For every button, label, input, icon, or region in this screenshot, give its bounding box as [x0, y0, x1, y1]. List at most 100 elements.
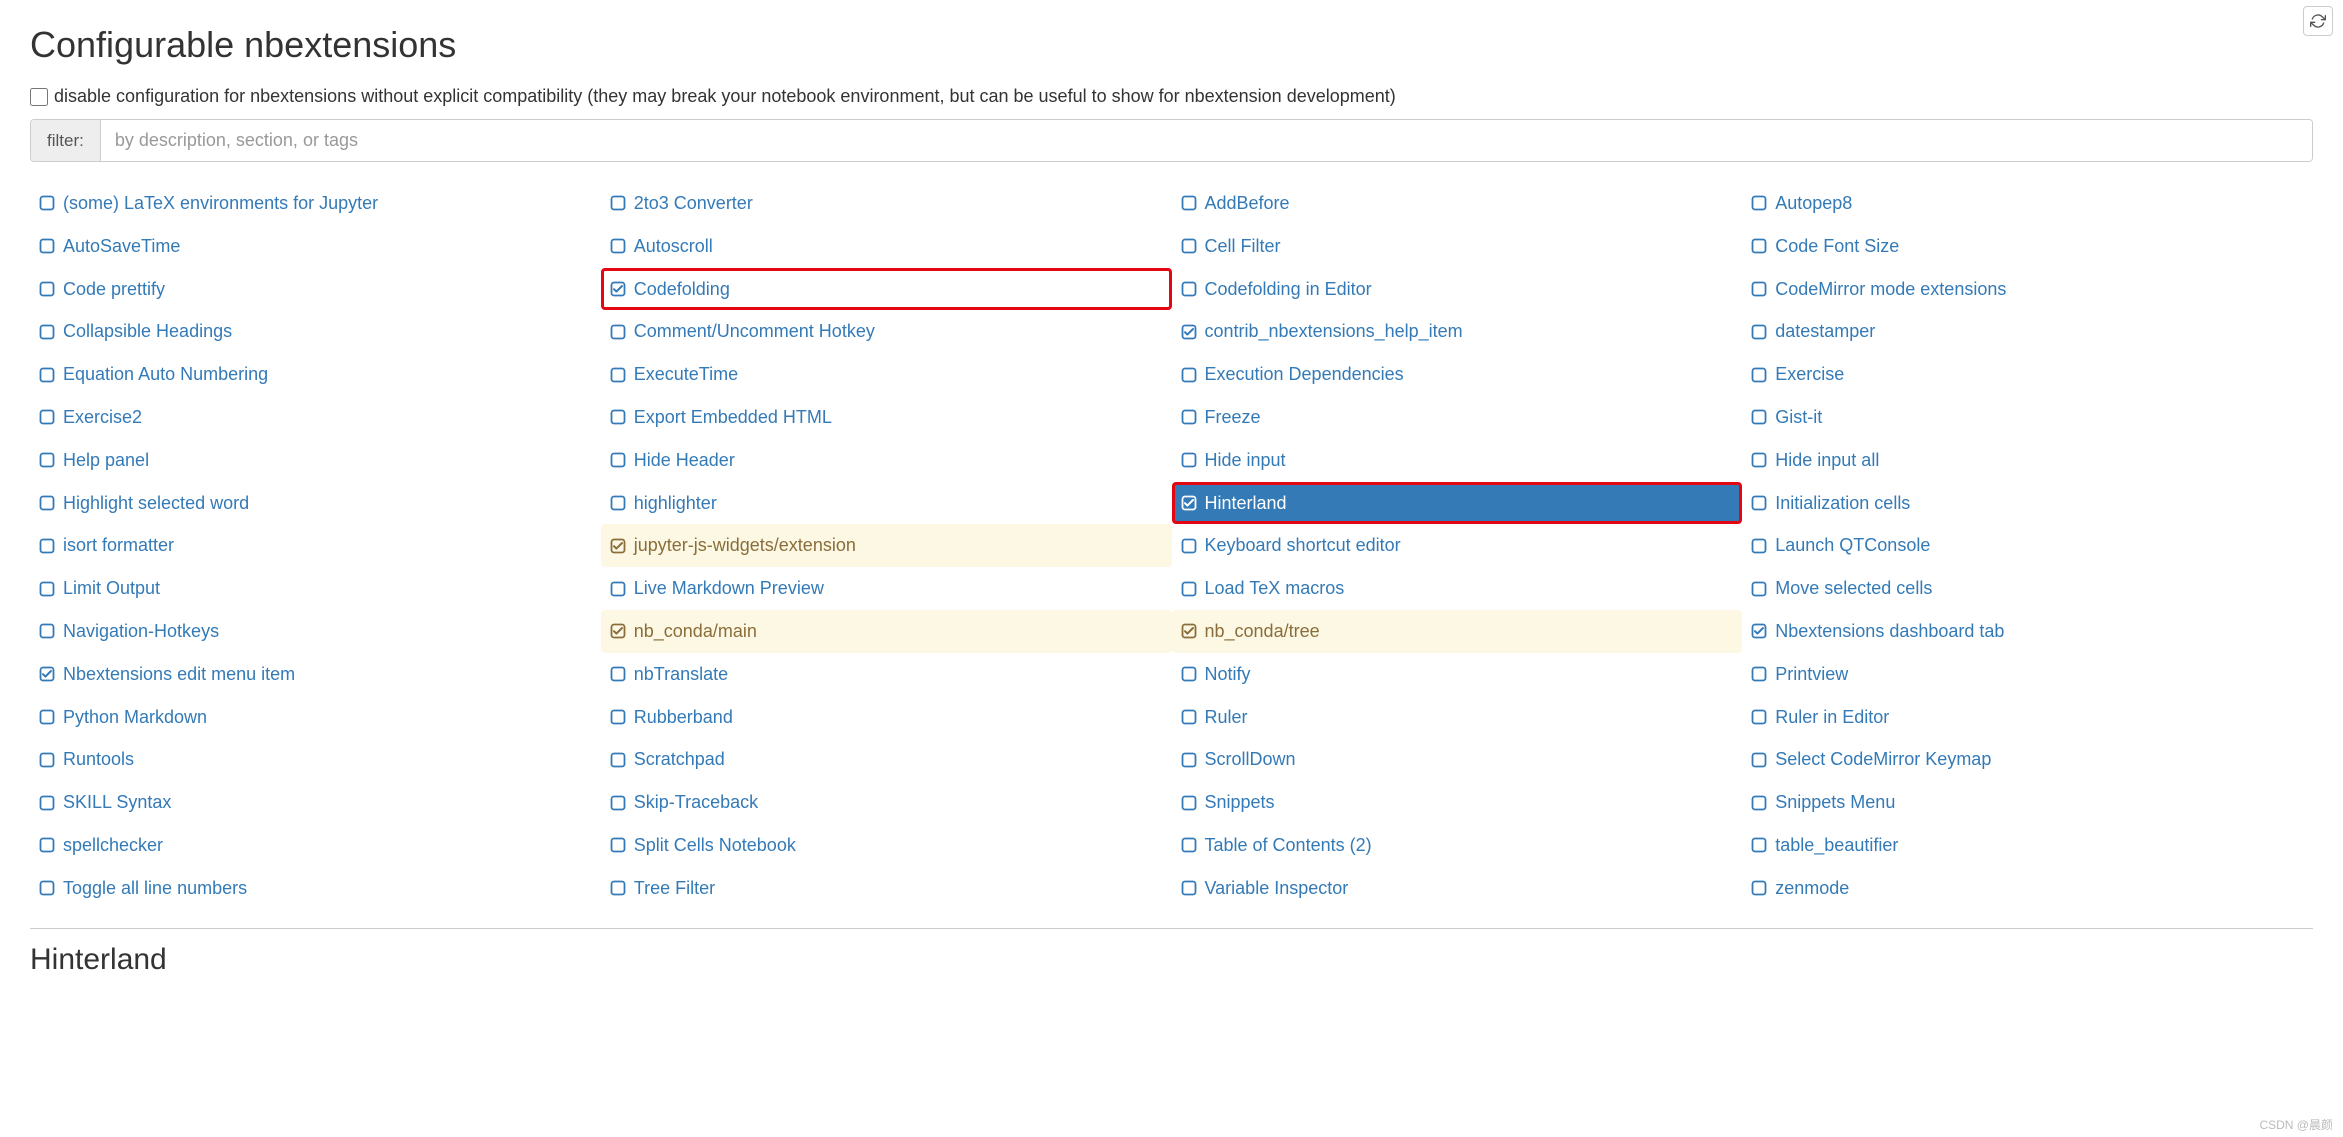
extension-item[interactable]: Tree Filter: [601, 867, 1172, 910]
checkbox-unchecked-icon[interactable]: [39, 581, 55, 597]
extension-item[interactable]: zenmode: [1742, 867, 2313, 910]
checkbox-unchecked-icon[interactable]: [1751, 281, 1767, 297]
extension-item[interactable]: Codefolding in Editor: [1172, 268, 1743, 311]
extension-item[interactable]: Hide input all: [1742, 439, 2313, 482]
extension-item[interactable]: Split Cells Notebook: [601, 824, 1172, 867]
checkbox-unchecked-icon[interactable]: [1751, 324, 1767, 340]
checkbox-unchecked-icon[interactable]: [1751, 495, 1767, 511]
checkbox-unchecked-icon[interactable]: [39, 324, 55, 340]
checkbox-unchecked-icon[interactable]: [1181, 795, 1197, 811]
checkbox-unchecked-icon[interactable]: [1751, 538, 1767, 554]
checkbox-unchecked-icon[interactable]: [1751, 581, 1767, 597]
checkbox-unchecked-icon[interactable]: [39, 367, 55, 383]
checkbox-unchecked-icon[interactable]: [1751, 752, 1767, 768]
extension-item[interactable]: Execution Dependencies: [1172, 353, 1743, 396]
extension-item[interactable]: Toggle all line numbers: [30, 867, 601, 910]
extension-item[interactable]: Rubberband: [601, 696, 1172, 739]
checkbox-unchecked-icon[interactable]: [1751, 367, 1767, 383]
extension-item[interactable]: Snippets: [1172, 781, 1743, 824]
extension-item[interactable]: Ruler: [1172, 696, 1743, 739]
checkbox-unchecked-icon[interactable]: [1181, 238, 1197, 254]
extension-item[interactable]: Keyboard shortcut editor: [1172, 524, 1743, 567]
checkbox-unchecked-icon[interactable]: [610, 324, 626, 340]
checkbox-unchecked-icon[interactable]: [1751, 409, 1767, 425]
extension-item[interactable]: Collapsible Headings: [30, 310, 601, 353]
extension-item[interactable]: AutoSaveTime: [30, 225, 601, 268]
checkbox-unchecked-icon[interactable]: [1181, 409, 1197, 425]
extension-item[interactable]: Snippets Menu: [1742, 781, 2313, 824]
extension-item[interactable]: Ruler in Editor: [1742, 696, 2313, 739]
checkbox-checked-icon[interactable]: [610, 623, 626, 639]
checkbox-unchecked-icon[interactable]: [39, 795, 55, 811]
checkbox-unchecked-icon[interactable]: [1181, 452, 1197, 468]
checkbox-unchecked-icon[interactable]: [1181, 709, 1197, 725]
extension-item[interactable]: (some) LaTeX environments for Jupyter: [30, 182, 601, 225]
extension-item[interactable]: spellchecker: [30, 824, 601, 867]
checkbox-unchecked-icon[interactable]: [39, 623, 55, 639]
extension-item[interactable]: Code Font Size: [1742, 225, 2313, 268]
extension-item[interactable]: nb_conda/main: [601, 610, 1172, 653]
extension-item[interactable]: Python Markdown: [30, 696, 601, 739]
extension-item[interactable]: Launch QTConsole: [1742, 524, 2313, 567]
checkbox-unchecked-icon[interactable]: [1751, 795, 1767, 811]
checkbox-unchecked-icon[interactable]: [39, 409, 55, 425]
checkbox-unchecked-icon[interactable]: [610, 880, 626, 896]
refresh-button[interactable]: [2303, 6, 2333, 36]
extension-item[interactable]: Scratchpad: [601, 738, 1172, 781]
extension-item[interactable]: datestamper: [1742, 310, 2313, 353]
checkbox-unchecked-icon[interactable]: [1181, 666, 1197, 682]
extension-item[interactable]: Autopep8: [1742, 182, 2313, 225]
checkbox-checked-icon[interactable]: [39, 666, 55, 682]
checkbox-unchecked-icon[interactable]: [610, 238, 626, 254]
extension-item[interactable]: Export Embedded HTML: [601, 396, 1172, 439]
checkbox-unchecked-icon[interactable]: [1751, 709, 1767, 725]
checkbox-unchecked-icon[interactable]: [610, 367, 626, 383]
extension-item[interactable]: Gist-it: [1742, 396, 2313, 439]
checkbox-checked-icon[interactable]: [610, 538, 626, 554]
extension-item[interactable]: Notify: [1172, 653, 1743, 696]
checkbox-unchecked-icon[interactable]: [39, 538, 55, 554]
checkbox-unchecked-icon[interactable]: [610, 795, 626, 811]
extension-item[interactable]: isort formatter: [30, 524, 601, 567]
checkbox-checked-icon[interactable]: [1181, 623, 1197, 639]
extension-item[interactable]: Exercise2: [30, 396, 601, 439]
checkbox-unchecked-icon[interactable]: [1751, 452, 1767, 468]
extension-item[interactable]: Comment/Uncomment Hotkey: [601, 310, 1172, 353]
checkbox-unchecked-icon[interactable]: [1181, 837, 1197, 853]
extension-item[interactable]: AddBefore: [1172, 182, 1743, 225]
extension-item[interactable]: nbTranslate: [601, 653, 1172, 696]
extension-item[interactable]: Nbextensions dashboard tab: [1742, 610, 2313, 653]
extension-item[interactable]: Hide Header: [601, 439, 1172, 482]
checkbox-unchecked-icon[interactable]: [39, 752, 55, 768]
checkbox-unchecked-icon[interactable]: [610, 752, 626, 768]
disable-compat-row[interactable]: disable configuration for nbextensions w…: [30, 86, 2313, 107]
checkbox-unchecked-icon[interactable]: [1181, 880, 1197, 896]
checkbox-unchecked-icon[interactable]: [39, 195, 55, 211]
extension-item[interactable]: Hinterland: [1172, 482, 1743, 525]
extension-item[interactable]: SKILL Syntax: [30, 781, 601, 824]
checkbox-unchecked-icon[interactable]: [1751, 666, 1767, 682]
checkbox-unchecked-icon[interactable]: [1181, 367, 1197, 383]
extension-item[interactable]: Exercise: [1742, 353, 2313, 396]
extension-item[interactable]: Variable Inspector: [1172, 867, 1743, 910]
extension-item[interactable]: nb_conda/tree: [1172, 610, 1743, 653]
checkbox-unchecked-icon[interactable]: [39, 837, 55, 853]
extension-item[interactable]: Table of Contents (2): [1172, 824, 1743, 867]
extension-item[interactable]: Load TeX macros: [1172, 567, 1743, 610]
extension-item[interactable]: Codefolding: [601, 268, 1172, 311]
extension-item[interactable]: Navigation-Hotkeys: [30, 610, 601, 653]
extension-item[interactable]: Cell Filter: [1172, 225, 1743, 268]
checkbox-unchecked-icon[interactable]: [610, 666, 626, 682]
extension-item[interactable]: Runtools: [30, 738, 601, 781]
checkbox-checked-icon[interactable]: [1751, 623, 1767, 639]
extension-item[interactable]: highlighter: [601, 482, 1172, 525]
extension-item[interactable]: Skip-Traceback: [601, 781, 1172, 824]
checkbox-unchecked-icon[interactable]: [610, 495, 626, 511]
checkbox-unchecked-icon[interactable]: [1751, 195, 1767, 211]
checkbox-unchecked-icon[interactable]: [39, 880, 55, 896]
checkbox-unchecked-icon[interactable]: [1181, 281, 1197, 297]
checkbox-unchecked-icon[interactable]: [39, 495, 55, 511]
extension-item[interactable]: Help panel: [30, 439, 601, 482]
extension-item[interactable]: Equation Auto Numbering: [30, 353, 601, 396]
checkbox-unchecked-icon[interactable]: [610, 581, 626, 597]
